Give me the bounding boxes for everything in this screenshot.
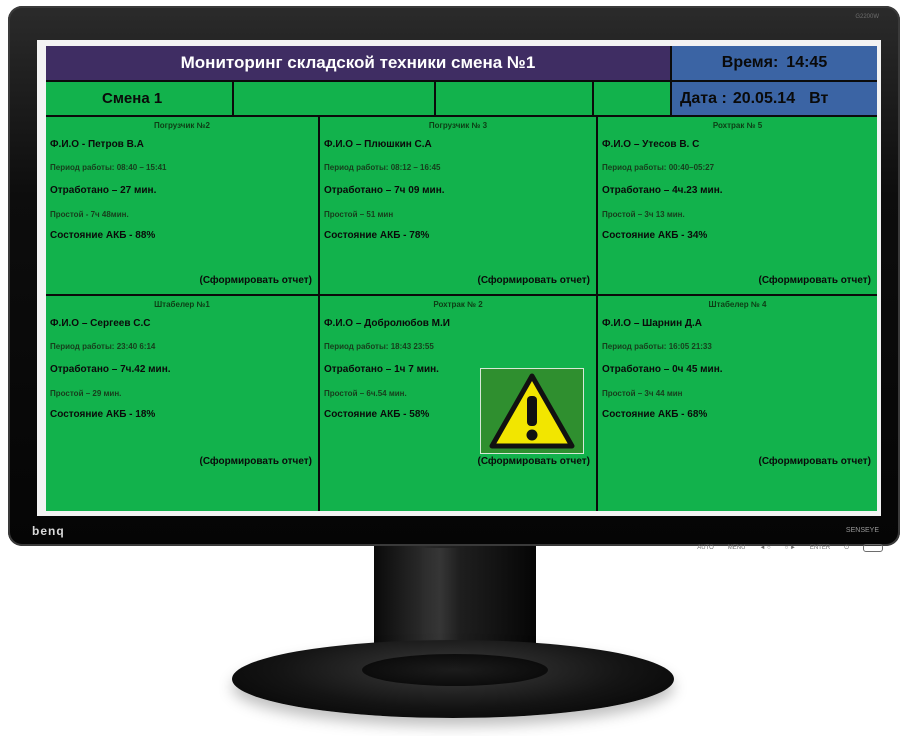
equipment-title: Рохтрак № 5 <box>712 121 763 130</box>
equipment-panel: Рохтрак № 5 Ф.И.О – Утесов В. С Период р… <box>598 117 877 294</box>
date-value: 20.05.14 <box>732 89 796 107</box>
menu-button[interactable]: MENU <box>728 545 746 551</box>
shift-cell-empty <box>594 82 670 115</box>
generate-report-link[interactable]: (Сформировать отчет) <box>477 275 590 286</box>
worked-time: Отработано – 7ч 09 мин. <box>324 185 445 196</box>
equipment-panel: Погрузчик № 3 Ф.И.О – Плюшкин С.А Период… <box>320 117 596 294</box>
work-period: Период работы: 18:43 23:55 <box>324 342 434 351</box>
work-period: Период работы: 23:40 6:14 <box>50 342 156 351</box>
stand-highlight <box>420 548 460 648</box>
idle-time: Простой – 29 мин. <box>50 389 122 398</box>
generate-report-link[interactable]: (Сформировать отчет) <box>477 456 590 467</box>
time-value: 14:45 <box>786 54 828 71</box>
battery-status: Состояние АКБ - 34% <box>602 230 708 241</box>
generate-report-link[interactable]: (Сформировать отчет) <box>758 275 871 286</box>
worked-time: Отработано – 0ч 45 мин. <box>602 364 723 375</box>
equipment-panel: Рохтрак № 2 Ф.И.О – Добролюбов М.И Перио… <box>320 296 596 511</box>
worked-time: Отработано – 4ч.23 мин. <box>602 185 723 196</box>
work-period: Период работы: 08:40 – 15:41 <box>50 163 167 172</box>
operator-name: Ф.И.О - Петров В.А <box>50 139 144 150</box>
equipment-title: Погрузчик №2 <box>154 121 210 130</box>
battery-status: Состояние АКБ - 58% <box>324 409 430 420</box>
model-label: G2200W <box>855 14 879 20</box>
time-display: Время: 14:45 <box>672 46 877 80</box>
left-button[interactable]: ◄ ○ <box>759 545 770 551</box>
equipment-title: Рохтрак № 2 <box>433 300 483 309</box>
shift-label: Смена 1 <box>46 82 232 115</box>
work-period: Период работы: 08:12 – 16:45 <box>324 163 441 172</box>
equipment-title: Погрузчик № 3 <box>428 121 488 130</box>
operator-name: Ф.И.О – Сергеев С.С <box>50 318 151 329</box>
worked-time: Отработано – 7ч.42 мин. <box>50 364 171 375</box>
date-label: Дата : <box>680 89 727 107</box>
battery-status: Состояние АКБ - 88% <box>50 230 156 241</box>
operator-name: Ф.И.О – Утесов В. С <box>602 139 700 150</box>
monitor-buttons: AUTO MENU ◄ ○ ○ ► ENTER ⏻ <box>697 544 883 552</box>
work-period: Период работы: 16:05 21:33 <box>602 342 712 351</box>
worked-time: Отработано – 27 мин. <box>50 185 157 196</box>
time-label: Время: <box>721 54 779 71</box>
battery-status: Состояние АКБ - 78% <box>324 230 430 241</box>
generate-report-link[interactable]: (Сформировать отчет) <box>199 275 312 286</box>
generate-report-link[interactable]: (Сформировать отчет) <box>758 456 871 467</box>
warning-symbol <box>489 373 575 449</box>
right-button[interactable]: ○ ► <box>785 545 796 551</box>
equipment-grid: Погрузчик №2 Ф.И.О - Петров В.А Период р… <box>46 117 877 511</box>
monitoring-app: Мониторинг складской техники смена №1 Вр… <box>46 46 877 511</box>
idle-time: Простой - 7ч 48мин. <box>50 210 129 219</box>
shift-cell-empty <box>435 82 593 115</box>
equipment-title: Штабелер № 4 <box>708 300 767 309</box>
date-display: Дата : 20.05.14 Вт <box>672 82 877 115</box>
weekday-value: Вт <box>809 89 829 107</box>
equipment-panel: Штабелер № 4 Ф.И.О – Шарнин Д.А Период р… <box>598 296 877 511</box>
senseye-logo: SENSEYE <box>845 527 879 534</box>
power-led <box>863 544 883 552</box>
power-icon[interactable]: ⏻ <box>844 545 849 552</box>
equipment-panel: Погрузчик №2 Ф.И.О - Петров В.А Период р… <box>46 117 318 294</box>
generate-report-link[interactable]: (Сформировать отчет) <box>199 456 312 467</box>
equipment-panel: Штабелер №1 Ф.И.О – Сергеев С.С Период р… <box>46 296 318 511</box>
operator-name: Ф.И.О – Плюшкин С.А <box>324 139 432 150</box>
enter-button[interactable]: ENTER <box>810 545 830 551</box>
idle-time: Простой – 51 мин <box>324 210 394 219</box>
idle-time: Простой – 6ч.54 мин. <box>324 389 407 398</box>
idle-time: Простой – 3ч 13 мин. <box>602 210 685 219</box>
operator-name: Ф.И.О – Шарнин Д.А <box>602 318 703 329</box>
shift-row: Смена 1 <box>46 82 670 115</box>
warning-triangle-icon[interactable] <box>480 368 584 454</box>
shift-cell-empty <box>233 82 434 115</box>
work-period: Период работы: 00:40–05:27 <box>602 163 715 172</box>
equipment-title: Штабелер №1 <box>154 300 210 309</box>
battery-status: Состояние АКБ - 18% <box>50 409 156 420</box>
operator-name: Ф.И.О – Добролюбов М.И <box>324 318 450 329</box>
brand-logo: benq <box>32 524 65 538</box>
page-title: Мониторинг складской техники смена №1 <box>46 46 670 80</box>
battery-status: Состояние АКБ - 68% <box>602 409 708 420</box>
idle-time: Простой – 3ч 44 мин <box>602 389 683 398</box>
auto-button[interactable]: AUTO <box>697 545 714 551</box>
stand-base-top <box>362 654 548 686</box>
worked-time: Отработано – 1ч 7 мин. <box>324 364 439 375</box>
